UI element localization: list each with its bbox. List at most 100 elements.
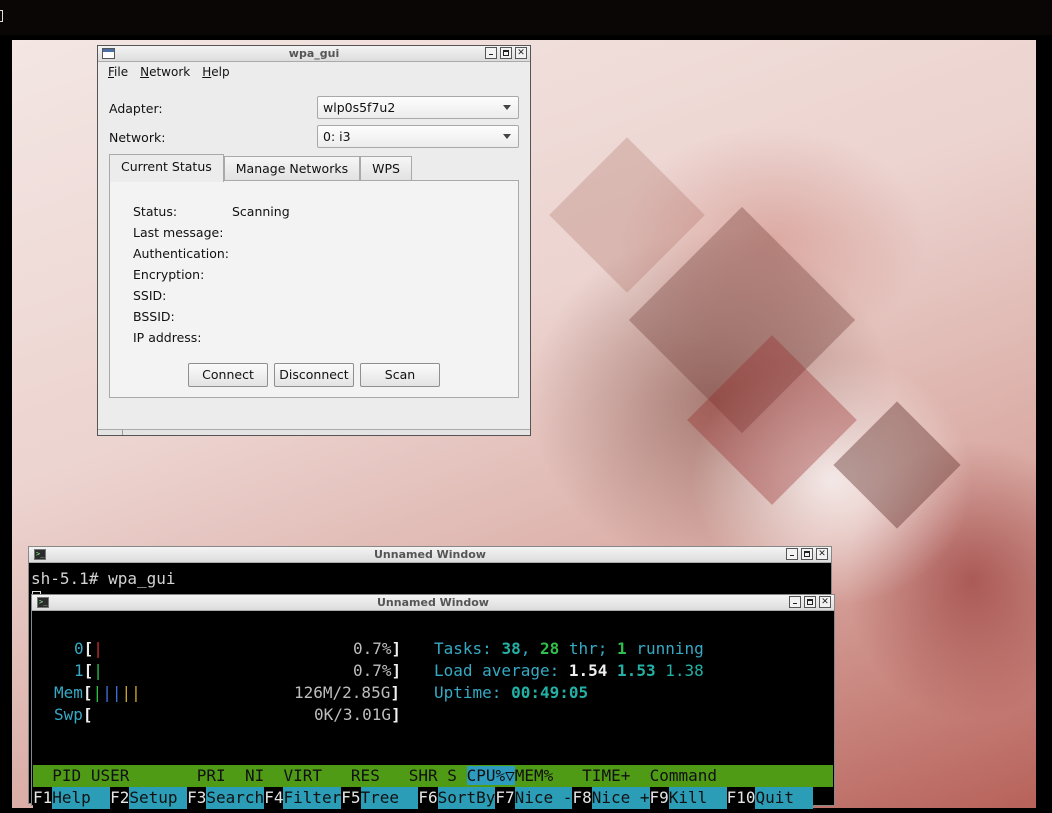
- f7-key[interactable]: F7: [495, 787, 515, 809]
- terminal-1-titlebar[interactable]: >_ Unnamed Window ✕: [29, 547, 831, 563]
- workspace-indicator[interactable]: [0, 10, 3, 22]
- col-res[interactable]: RES: [351, 766, 380, 785]
- col-ni[interactable]: NI: [245, 766, 264, 785]
- terminal-2-titlebar[interactable]: >_ Unnamed Window ✕: [32, 595, 834, 611]
- tab-current-status[interactable]: Current Status: [109, 154, 224, 182]
- cpu0-label: 0: [74, 639, 84, 658]
- f4-label[interactable]: Filter: [283, 787, 342, 809]
- col-mem[interactable]: MEM%: [515, 766, 554, 785]
- col-pid[interactable]: PID: [52, 766, 81, 785]
- menu-network[interactable]: Network: [140, 65, 190, 79]
- network-select[interactable]: 0: i3: [317, 125, 519, 148]
- chevron-down-icon: [503, 105, 511, 110]
- authentication-label: Authentication:: [133, 246, 229, 261]
- window-title: Unnamed Window: [377, 596, 489, 609]
- menu-file[interactable]: File: [108, 65, 128, 79]
- f9-label[interactable]: Kill: [668, 787, 727, 809]
- col-pri[interactable]: PRI: [197, 766, 226, 785]
- mem-value-text: 126M/2.85G: [294, 683, 391, 702]
- close-button[interactable]: ✕: [819, 596, 831, 608]
- cpu0-percent: 0.7%]: [353, 639, 402, 658]
- f4-key[interactable]: F4: [264, 787, 284, 809]
- shell-prompt-line: sh-5.1# wpa_gui: [31, 569, 176, 588]
- swp-label: Swp: [54, 705, 83, 724]
- top-bar: [0, 0, 1052, 35]
- minimize-button[interactable]: [789, 596, 801, 608]
- wpa-gui-titlebar[interactable]: wpa_gui ✕: [98, 46, 530, 62]
- network-label: Network:: [109, 130, 166, 145]
- wpa-gui-window: wpa_gui ✕ File Network Help Adapter: wlp…: [97, 45, 531, 436]
- cpu1-percent-value: 0.7%: [353, 661, 392, 680]
- encryption-label: Encryption:: [133, 267, 205, 282]
- tasks-line: Tasks: 38, 28 thr; 1 running: [434, 639, 704, 658]
- tab-wps[interactable]: WPS: [360, 156, 412, 182]
- mem-value: 126M/2.85G]: [294, 683, 400, 702]
- f1-label[interactable]: Help: [52, 787, 111, 809]
- f9-key[interactable]: F9: [649, 787, 669, 809]
- f6-key[interactable]: F6: [418, 787, 438, 809]
- col-time[interactable]: TIME+: [582, 766, 630, 785]
- col-cpu[interactable]: CPU%▽: [466, 766, 515, 785]
- f10-label[interactable]: Quit: [755, 787, 814, 809]
- cpu1-meter: 1[|: [74, 661, 103, 680]
- chevron-down-icon: [503, 134, 511, 139]
- f5-label[interactable]: Tree: [360, 787, 419, 809]
- load-15: 1.38: [665, 661, 704, 680]
- status-value: Scanning: [232, 204, 290, 219]
- col-s[interactable]: S: [447, 766, 457, 785]
- uptime-value: 00:49:05: [511, 683, 589, 702]
- running-count: 1: [617, 639, 627, 658]
- f3-label[interactable]: Search: [206, 787, 265, 809]
- f8-label[interactable]: Nice +: [591, 787, 650, 809]
- tab-manage-networks[interactable]: Manage Networks: [223, 156, 361, 182]
- load-average-label: Load average:: [434, 661, 560, 680]
- f2-key[interactable]: F2: [110, 787, 130, 809]
- f1-key[interactable]: F1: [33, 787, 53, 809]
- f2-label[interactable]: Setup: [129, 787, 188, 809]
- maximize-button[interactable]: [801, 548, 813, 560]
- col-virt[interactable]: VIRT: [283, 766, 322, 785]
- f6-label[interactable]: SortBy: [437, 787, 496, 809]
- col-user[interactable]: USER: [91, 766, 130, 785]
- tasks-label: Tasks:: [434, 639, 492, 658]
- swp-value-text: 0K/3.01G: [314, 705, 392, 724]
- close-button[interactable]: ✕: [515, 47, 527, 59]
- uptime-line: Uptime: 00:49:05: [434, 682, 588, 704]
- f3-key[interactable]: F3: [187, 787, 207, 809]
- maximize-button[interactable]: [804, 596, 816, 608]
- ssid-label: SSID:: [133, 288, 167, 303]
- network-select-value: 0: i3: [323, 129, 351, 144]
- window-title: wpa_gui: [288, 47, 340, 60]
- f8-key[interactable]: F8: [572, 787, 592, 809]
- disconnect-button[interactable]: Disconnect: [274, 363, 354, 387]
- ip-address-label: IP address:: [133, 330, 202, 345]
- scan-button[interactable]: Scan: [360, 363, 440, 387]
- col-command[interactable]: Command: [650, 766, 717, 785]
- status-bar: [98, 429, 530, 435]
- load-average-line: Load average: 1.54 1.53 1.38: [434, 660, 704, 682]
- threads-count: 28: [539, 639, 560, 658]
- col-shr[interactable]: SHR: [409, 766, 438, 785]
- cpu1-label: 1: [74, 661, 84, 680]
- adapter-select-value: wlp0s5f7u2: [323, 100, 396, 115]
- close-button[interactable]: ✕: [816, 548, 828, 560]
- uptime-label: Uptime:: [434, 683, 502, 702]
- bssid-label: BSSID:: [133, 309, 175, 324]
- f5-key[interactable]: F5: [341, 787, 361, 809]
- maximize-button[interactable]: [500, 47, 512, 59]
- tab-bar: Current Status Manage Networks WPS: [109, 154, 412, 182]
- minimize-button[interactable]: [786, 548, 798, 560]
- f10-key[interactable]: F10: [726, 787, 756, 809]
- window-title: Unnamed Window: [374, 548, 486, 561]
- menu-help[interactable]: Help: [202, 65, 229, 79]
- connect-button[interactable]: Connect: [188, 363, 268, 387]
- minimize-button[interactable]: [485, 47, 497, 59]
- swp-meter: Swp[: [54, 705, 93, 724]
- f7-label[interactable]: Nice -: [514, 787, 573, 809]
- process-table-header: PID USER PRI NI VIRT RES SHR S CPU%▽MEM%…: [33, 765, 833, 787]
- htop-content[interactable]: 0[| 0.7%] 1[| 0.7%] Mem[||||| 126M/2.85G…: [32, 612, 834, 809]
- tasks-count: 38: [501, 639, 521, 658]
- adapter-select[interactable]: wlp0s5f7u2: [317, 96, 519, 119]
- mem-meter: Mem[|||||: [54, 683, 141, 702]
- load-1: 1.54: [568, 661, 608, 680]
